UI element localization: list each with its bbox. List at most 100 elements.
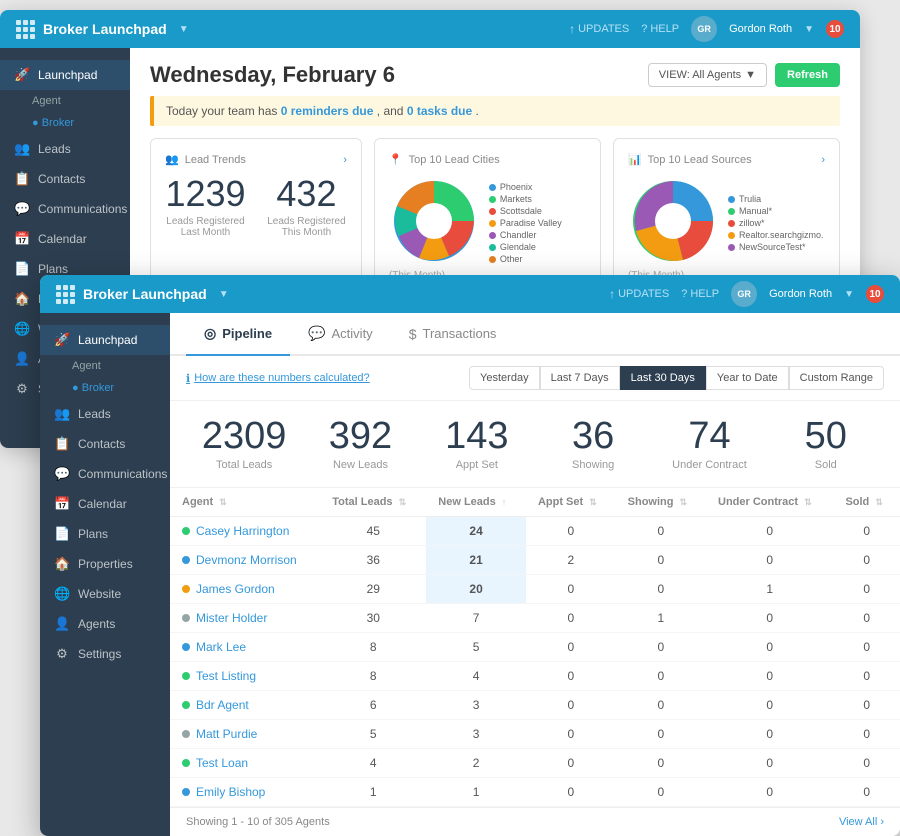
- agent-link-8[interactable]: Test Loan: [182, 756, 308, 770]
- agent-link-9[interactable]: Emily Bishop: [182, 785, 308, 799]
- agent-dot-4: [182, 643, 190, 651]
- agent-dot-7: [182, 730, 190, 738]
- back-main-date: Wednesday, February 6: [150, 62, 395, 88]
- back-help-btn[interactable]: ? HELP: [641, 23, 679, 35]
- front-layout: 🚀 Launchpad Agent ● Broker 👥 Leads 📋 Con…: [40, 313, 900, 836]
- back-sidebar-item-calendar[interactable]: 📅 Calendar: [0, 224, 130, 254]
- front-sidebar-item-properties[interactable]: 🏠 Properties: [40, 549, 170, 579]
- back-lt-label2: Leads Registered This Month: [266, 216, 347, 238]
- agent-link-4[interactable]: Mark Lee: [182, 640, 308, 654]
- stat-total-leads: 2309 Total Leads: [186, 417, 302, 471]
- back-dropdown-icon: ▼: [804, 24, 814, 35]
- back-notif-badge[interactable]: 10: [826, 20, 844, 38]
- agent-link-5[interactable]: Test Listing: [182, 669, 308, 683]
- dropdown-icon: ▼: [745, 69, 756, 81]
- td-showing-8: 0: [616, 749, 706, 778]
- th-showing[interactable]: Showing ⇅: [616, 488, 706, 517]
- agent-link-7[interactable]: Matt Purdie: [182, 727, 308, 741]
- df-ytd[interactable]: Year to Date: [706, 366, 789, 390]
- td-new-5: 4: [426, 662, 526, 691]
- td-contract-1: 0: [706, 546, 833, 575]
- td-appt-6: 0: [526, 691, 616, 720]
- df-last7[interactable]: Last 7 Days: [540, 366, 620, 390]
- front-sidebar-item-agents[interactable]: 👤 Agents: [40, 609, 170, 639]
- th-total-leads[interactable]: Total Leads ⇅: [320, 488, 426, 517]
- agent-dot-3: [182, 614, 190, 622]
- front-sidebar-item-communications[interactable]: 💬 Communications: [40, 459, 170, 489]
- th-new-leads[interactable]: New Leads ↑: [426, 488, 526, 517]
- view-all-link[interactable]: View All ›: [839, 816, 884, 828]
- back-reminders-link[interactable]: 0 reminders due: [281, 104, 374, 118]
- front-help-btn[interactable]: ? HELP: [681, 288, 719, 300]
- td-agent-4: Mark Lee: [170, 633, 320, 662]
- tab-pipeline[interactable]: ◎ Pipeline: [186, 313, 290, 356]
- sort-contract-icon: ⇅: [804, 497, 812, 507]
- td-showing-4: 0: [616, 633, 706, 662]
- td-agent-3: Mister Holder: [170, 604, 320, 633]
- agent-link-1[interactable]: Devmonz Morrison: [182, 553, 308, 567]
- back-updates-btn[interactable]: ↑ UPDATES: [569, 22, 629, 36]
- back-sidebar-item-agent[interactable]: Agent: [0, 90, 130, 112]
- front-sidebar-item-leads[interactable]: 👥 Leads: [40, 399, 170, 429]
- front-table-container: Agent ⇅ Total Leads ⇅ New Leads ↑ Appt S…: [170, 488, 900, 807]
- sort-agent-icon: ⇅: [219, 497, 227, 507]
- contacts-icon: 📋: [14, 171, 30, 187]
- table-footer: Showing 1 - 10 of 305 Agents View All ›: [170, 807, 900, 836]
- df-yesterday[interactable]: Yesterday: [469, 366, 540, 390]
- front-updates-btn[interactable]: ↑ UPDATES: [609, 287, 669, 301]
- front-stats-row: 2309 Total Leads 392 New Leads 143 Appt …: [170, 401, 900, 488]
- front-filter-link[interactable]: ℹ How are these numbers calculated?: [186, 372, 370, 385]
- back-view-all-btn[interactable]: VIEW: All Agents ▼: [648, 63, 767, 87]
- stat-new-leads-num: 392: [302, 417, 418, 455]
- td-new-0: 24: [426, 517, 526, 546]
- front-main: ◎ Pipeline 💬 Activity $ Transactions ℹ H…: [170, 313, 900, 836]
- sort-new-icon: ↑: [502, 497, 507, 507]
- df-last30[interactable]: Last 30 Days: [620, 366, 706, 390]
- front-plans-icon: 📄: [54, 526, 70, 542]
- back-sidebar-item-launchpad[interactable]: 🚀 Launchpad: [0, 60, 130, 90]
- front-sidebar-item-broker[interactable]: ● Broker: [40, 377, 170, 399]
- back-tasks-link[interactable]: 0 tasks due: [407, 104, 472, 118]
- properties-icon: 🏠: [14, 291, 30, 307]
- front-sidebar-item-calendar[interactable]: 📅 Calendar: [40, 489, 170, 519]
- agent-link-2[interactable]: James Gordon: [182, 582, 308, 596]
- th-appt-set[interactable]: Appt Set ⇅: [526, 488, 616, 517]
- back-sidebar-item-broker[interactable]: ● Broker: [0, 112, 130, 134]
- activity-tab-icon: 💬: [308, 325, 325, 342]
- agent-link-6[interactable]: Bdr Agent: [182, 698, 308, 712]
- front-sidebar-item-launchpad[interactable]: 🚀 Launchpad: [40, 325, 170, 355]
- td-total-9: 1: [320, 778, 426, 807]
- front-sidebar-item-website[interactable]: 🌐 Website: [40, 579, 170, 609]
- td-showing-5: 0: [616, 662, 706, 691]
- table-row: Matt Purdie 5 3 0 0 0 0: [170, 720, 900, 749]
- th-sold[interactable]: Sold ⇅: [833, 488, 900, 517]
- df-custom[interactable]: Custom Range: [789, 366, 884, 390]
- td-agent-2: James Gordon: [170, 575, 320, 604]
- back-sidebar-item-contacts[interactable]: 📋 Contacts: [0, 164, 130, 194]
- back-refresh-btn[interactable]: Refresh: [775, 63, 840, 87]
- td-contract-3: 0: [706, 604, 833, 633]
- front-avatar: GR: [731, 281, 757, 307]
- th-agent[interactable]: Agent ⇅: [170, 488, 320, 517]
- th-under-contract[interactable]: Under Contract ⇅: [706, 488, 833, 517]
- back-sidebar-item-leads[interactable]: 👥 Leads: [0, 134, 130, 164]
- agent-link-3[interactable]: Mister Holder: [182, 611, 308, 625]
- front-sidebar-item-settings[interactable]: ⚙ Settings: [40, 639, 170, 669]
- td-total-4: 8: [320, 633, 426, 662]
- tab-activity[interactable]: 💬 Activity: [290, 313, 391, 356]
- tab-transactions[interactable]: $ Transactions: [391, 313, 515, 356]
- front-sidebar-item-contacts[interactable]: 📋 Contacts: [40, 429, 170, 459]
- back-sidebar-item-communications[interactable]: 💬 Communications: [0, 194, 130, 224]
- td-sold-7: 0: [833, 720, 900, 749]
- td-sold-4: 0: [833, 633, 900, 662]
- front-sidebar-item-agent[interactable]: Agent: [40, 355, 170, 377]
- agent-link-0[interactable]: Casey Harrington: [182, 524, 308, 538]
- front-notif-badge[interactable]: 10: [866, 285, 884, 303]
- sources-pie-chart: [628, 176, 718, 266]
- agent-dot-8: [182, 759, 190, 767]
- front-sidebar-item-plans[interactable]: 📄 Plans: [40, 519, 170, 549]
- front-header-left: Broker Launchpad ▼: [56, 285, 229, 304]
- td-agent-8: Test Loan: [170, 749, 320, 778]
- back-lt-num1: 1239: [165, 176, 246, 212]
- td-total-6: 6: [320, 691, 426, 720]
